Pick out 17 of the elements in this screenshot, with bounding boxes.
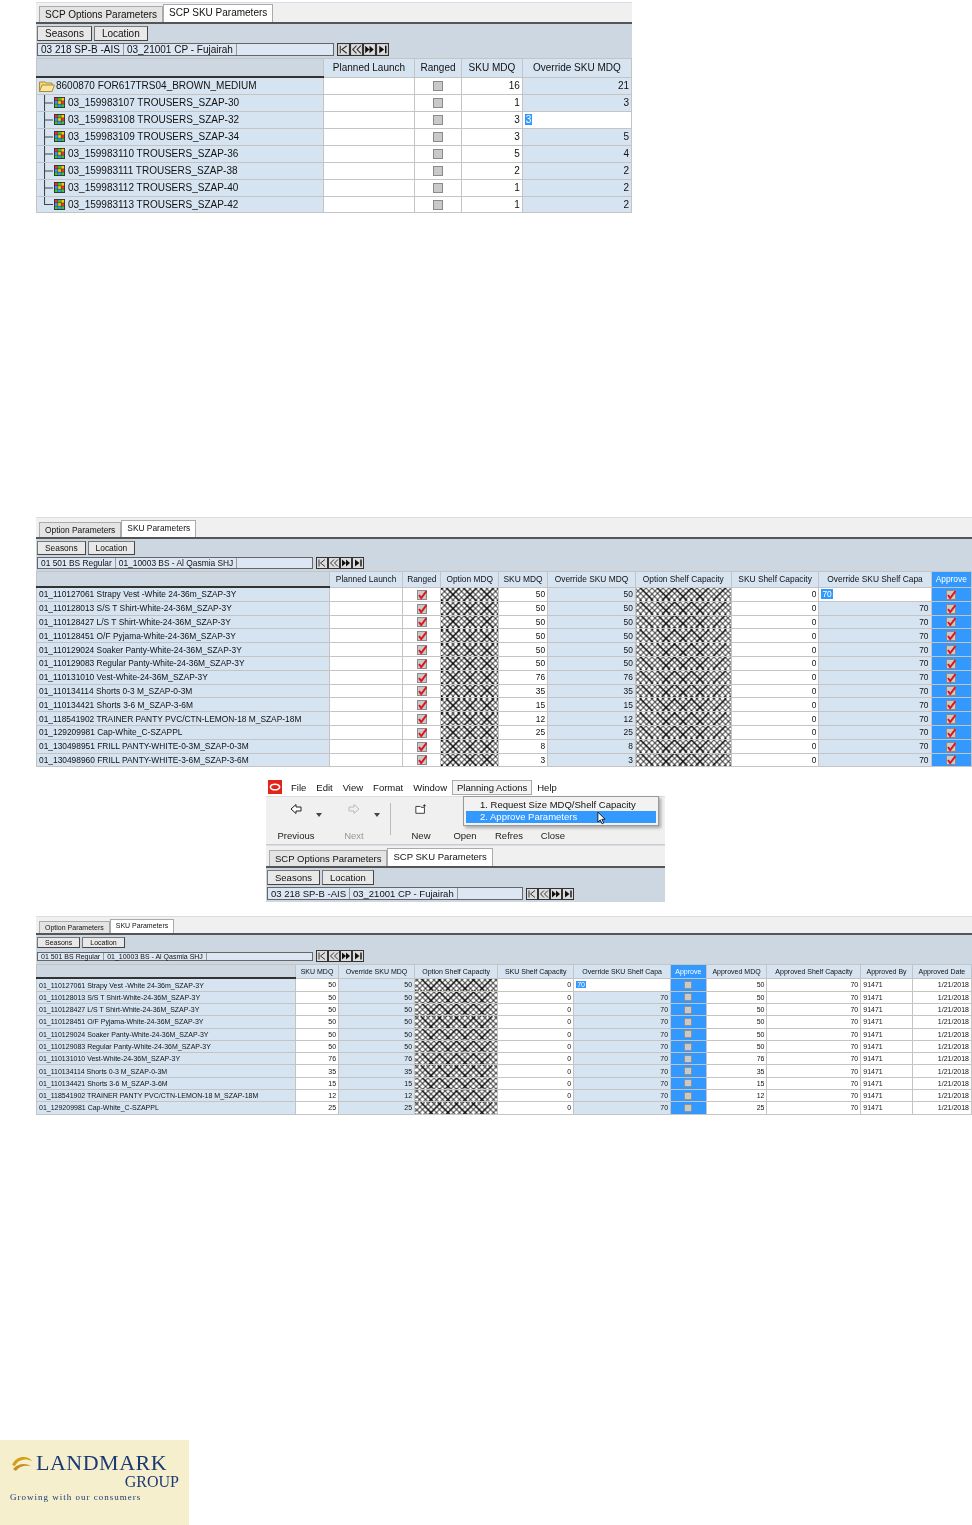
item-label: 03_159983109 TROUSERS_SZAP-34 (68, 131, 240, 142)
logo-subtitle: GROUP (124, 1473, 179, 1491)
context-value: 03 218 SP-B -AIS (38, 44, 124, 55)
logo-wordmark: LANDMARK (36, 1450, 168, 1476)
context-value: 03 218 SP-B -AIS (268, 888, 350, 900)
item-label: 03_159983113 TROUSERS_SZAP-42 (68, 198, 239, 210)
item-label: 8600870 FOR617TRS04_BROWN_MEDIUM (56, 80, 257, 92)
item-label: 03_159983112 TROUSERS_SZAP-40 (68, 182, 239, 193)
context-value: 03_21001 CP - Fujairah (123, 44, 237, 55)
item-label: 03_159983108 TROUSERS_SZAP-32 (68, 114, 240, 125)
item-label: 03_159983110 TROUSERS_SZAP-36 (68, 148, 239, 159)
logo-tagline: Growing with our consumers (10, 1492, 143, 1502)
item-label: 03_159983107 TROUSERS_SZAP-30 (68, 97, 240, 108)
context-value: 03_21001 CP - Fujairah (350, 888, 458, 900)
context-value: 01 501 BS Regular (38, 558, 116, 568)
context-value: 01_10003 BS - Al Qasmia SHJ (115, 558, 238, 568)
item-label: 03_159983111 TROUSERS_SZAP-38 (68, 165, 238, 176)
